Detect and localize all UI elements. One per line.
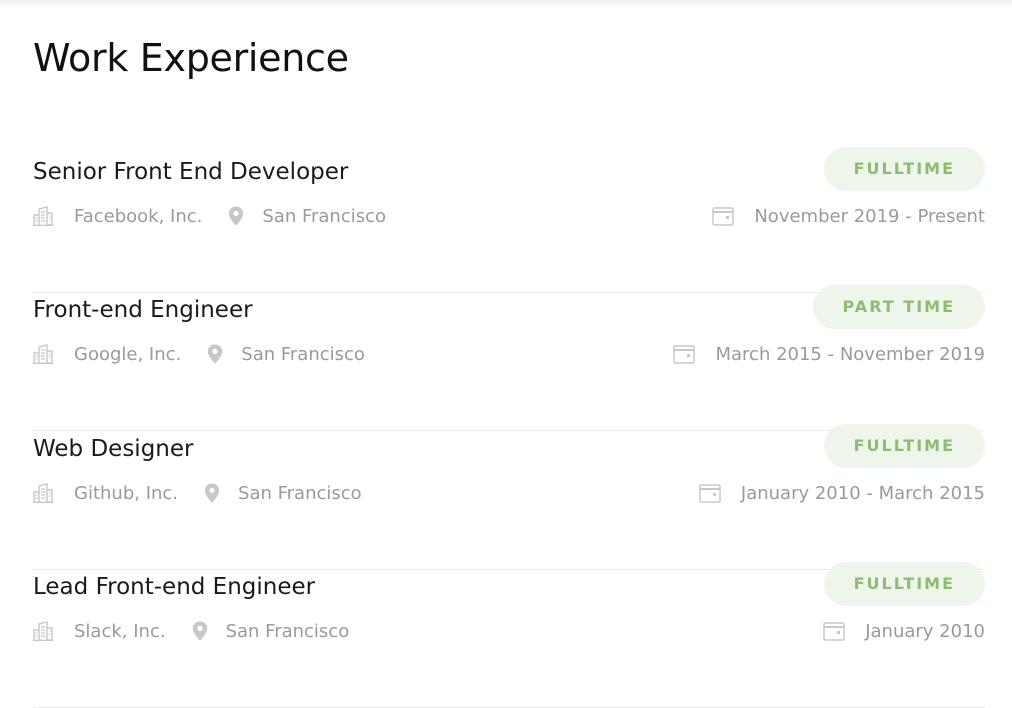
job-item[interactable]: Web Designer Github, Inc. San Francisco … [33,424,985,570]
job-type-badge: PART TIME [812,285,985,329]
job-dates: March 2015 - November 2019 [673,341,985,367]
job-meta: Slack, Inc. San Francisco [33,617,349,645]
company-name: Github, Inc. [74,482,179,504]
company-name: Facebook, Inc. [74,205,203,227]
company-name: Slack, Inc. [74,620,166,642]
work-experience-card: Work Experience Senior Front End Develop… [0,0,1012,708]
calendar-icon [712,205,735,227]
job-type-badge: FULLTIME [823,424,985,468]
job-meta: Facebook, Inc. San Francisco [33,202,386,230]
date-range: March 2015 - November 2019 [715,343,985,365]
location-text: San Francisco [225,620,350,642]
calendar-icon [673,343,696,365]
location-text: San Francisco [241,343,365,365]
building-icon [33,205,53,227]
building-icon [33,343,53,365]
top-shadow [0,0,1012,8]
job-title[interactable]: Front-end Engineer [33,293,253,327]
job-type-badge: FULLTIME [823,562,985,606]
job-meta: Google, Inc. San Francisco [33,340,365,368]
date-range: January 2010 [865,620,985,642]
job-dates: November 2019 - Present [712,203,985,229]
job-dates: January 2010 [823,618,985,644]
job-item[interactable]: Lead Front-end Engineer Slack, Inc. San … [33,562,985,708]
job-title[interactable]: Senior Front End Developer [33,155,348,189]
calendar-icon [699,482,721,504]
job-item[interactable]: Front-end Engineer Google, Inc. San Fran… [33,285,985,431]
job-item[interactable]: Senior Front End Developer Facebook, Inc… [33,147,985,293]
job-meta: Github, Inc. San Francisco [33,479,362,507]
job-dates: January 2010 - March 2015 [699,480,985,506]
map-pin-icon [205,343,225,365]
map-pin-icon [190,620,210,642]
job-title[interactable]: Lead Front-end Engineer [33,570,315,604]
location-text: San Francisco [262,205,387,227]
section-title: Work Experience [33,36,349,80]
map-pin-icon [226,205,246,227]
building-icon [33,482,53,504]
date-range: November 2019 - Present [754,205,985,227]
location-text: San Francisco [238,482,362,504]
building-icon [33,620,53,642]
job-type-badge: FULLTIME [823,147,985,191]
date-range: January 2010 - March 2015 [740,482,985,504]
calendar-icon [823,620,845,642]
company-name: Google, Inc. [74,343,182,365]
map-pin-icon [202,482,222,504]
job-title[interactable]: Web Designer [33,432,193,466]
